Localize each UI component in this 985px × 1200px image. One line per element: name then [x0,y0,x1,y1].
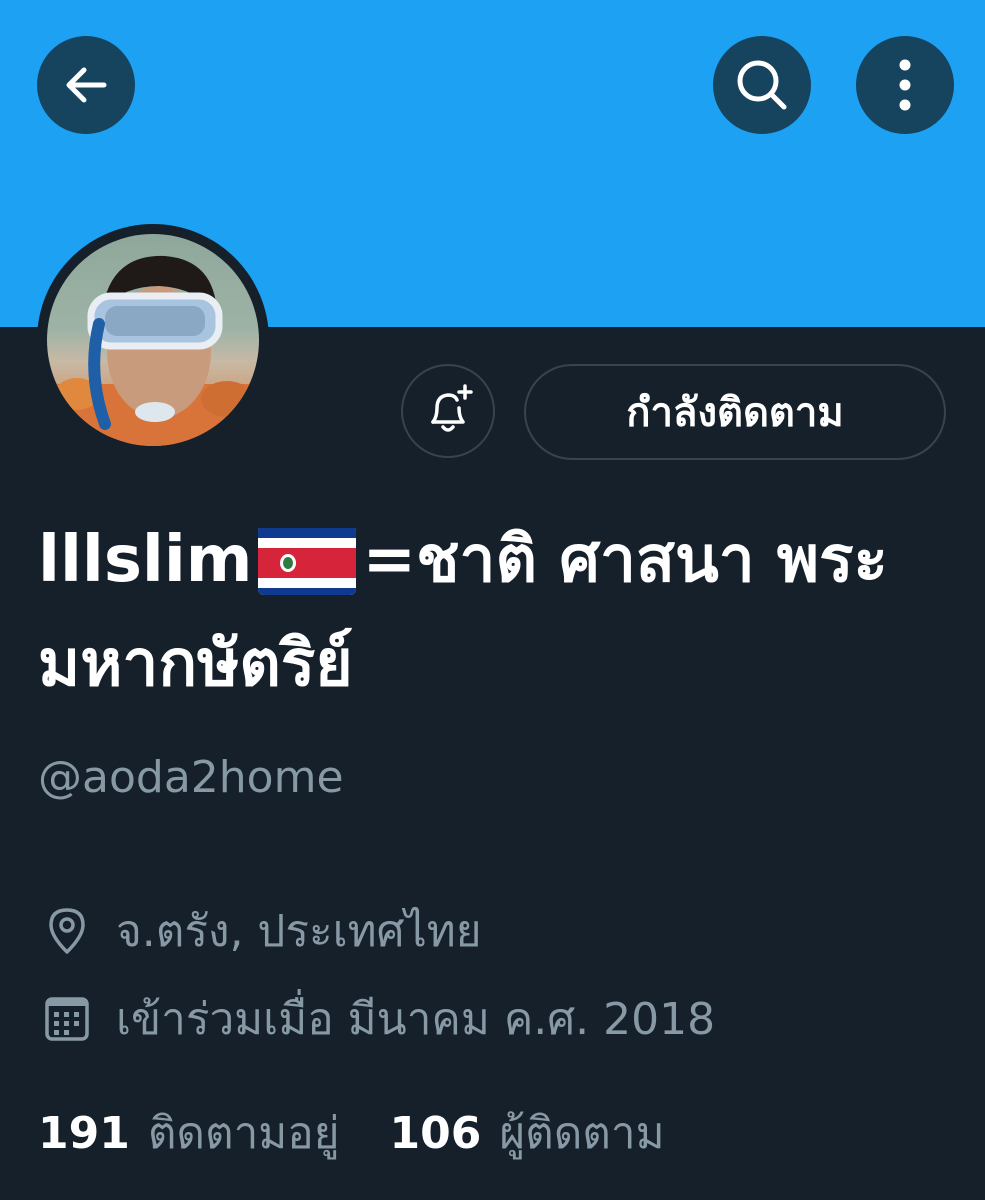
follow-stats: 191 ติดตามอยู่ 106 ผู้ติดตาม [38,1098,715,1168]
following-count: 191 [38,1108,130,1159]
calendar-icon [40,992,94,1046]
bell-plus-icon [431,384,473,432]
following-button[interactable]: กำลังติดตาม [524,364,946,460]
following-stat[interactable]: 191 ติดตามอยู่ [38,1098,340,1168]
joined-text: เข้าร่วมเมื่อ มีนาคม ค.ศ. 2018 [116,994,716,1045]
joined-row: เข้าร่วมเมื่อ มีนาคม ค.ศ. 2018 [40,984,715,1054]
avatar[interactable] [37,224,269,456]
back-button[interactable] [37,36,135,134]
profile-page: กำลังติดตาม lllslim =ชาติ ศาสนา พระมหากษั… [0,0,985,1200]
location-text: จ.ตรัง, ประเทศไทย [116,906,482,957]
arrow-left-icon [66,67,107,103]
user-handle: @aoda2home [38,752,344,803]
costa-rica-flag-icon [258,525,357,596]
following-label: ติดตามอยู่ [147,1108,340,1159]
followers-stat[interactable]: 106 ผู้ติดตาม [390,1098,665,1168]
search-button[interactable] [713,36,811,134]
followers-count: 106 [389,1108,482,1159]
following-button-label: กำลังติดตาม [626,390,844,436]
followers-label: ผู้ติดตาม [499,1108,665,1159]
location-pin-icon [40,904,94,958]
avatar-photo [47,234,259,446]
search-icon [737,60,787,110]
location-row: จ.ตรัง, ประเทศไทย [40,896,482,966]
more-options-button[interactable] [856,36,954,134]
notify-button[interactable] [401,364,495,458]
display-name-part1: lllslim [38,523,253,597]
display-name: lllslim =ชาติ ศาสนา พระมหากษัตริย์ [38,508,958,716]
more-vertical-icon [899,59,911,111]
